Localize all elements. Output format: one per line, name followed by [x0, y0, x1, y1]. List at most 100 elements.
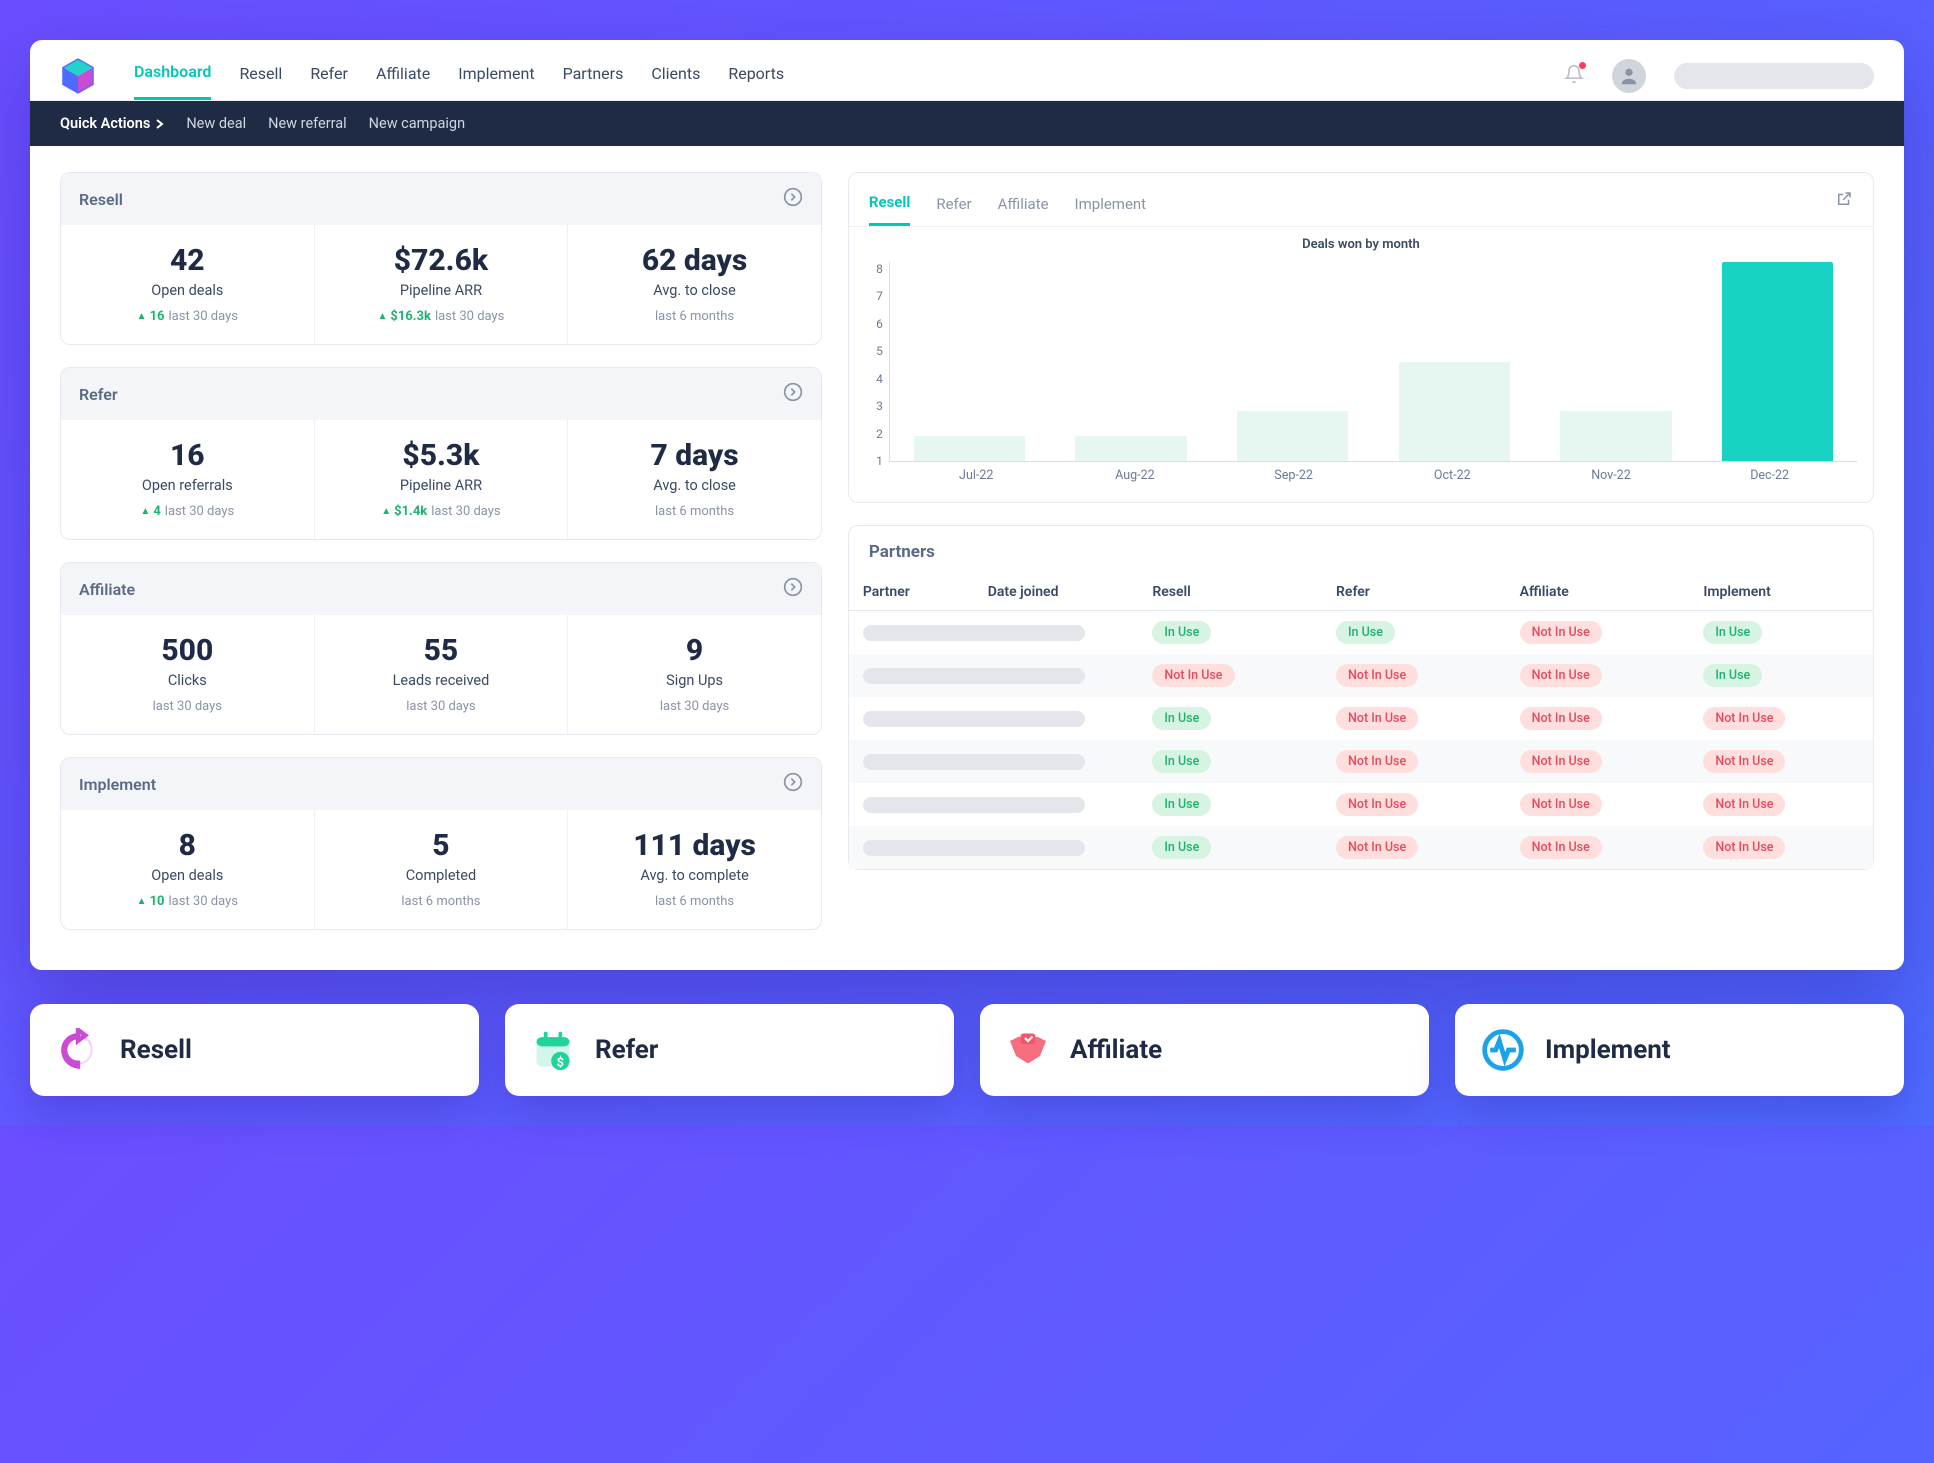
metric-value: 8	[69, 828, 306, 863]
partners-table: PartnerDate joinedResellReferAffiliateIm…	[849, 574, 1873, 869]
bottom-card-resell[interactable]: Resell	[30, 1004, 479, 1096]
chart-plot	[889, 262, 1857, 462]
metric-value: 500	[69, 633, 306, 668]
app-window: DashboardResellReferAffiliateImplementPa…	[30, 40, 1904, 970]
chart-title: Deals won by month	[849, 237, 1873, 252]
chart-tab-implement[interactable]: Implement	[1075, 187, 1147, 225]
metric-trend: last 6 months	[576, 894, 813, 909]
metric-label: Open deals	[69, 867, 306, 884]
metric-label: Sign Ups	[576, 672, 813, 689]
arrow-right-circle-icon[interactable]	[783, 772, 803, 796]
metric-trend: 10 last 30 days	[69, 894, 306, 909]
bottom-card-refer[interactable]: $ Refer	[505, 1004, 954, 1096]
nav-affiliate[interactable]: Affiliate	[376, 54, 430, 99]
bottom-card-label: Refer	[595, 1035, 658, 1065]
chart-area: 87654321 Jul-22Aug-22Sep-22Oct-22Nov-22D…	[849, 252, 1873, 502]
metric-trend: last 6 months	[576, 504, 813, 519]
panel-title: Affiliate	[79, 580, 135, 599]
bottom-card-label: Resell	[120, 1035, 192, 1065]
status-badge: Not In Use	[1152, 664, 1234, 687]
nav-dashboard[interactable]: Dashboard	[134, 52, 211, 100]
notification-dot	[1579, 62, 1586, 69]
partner-name-placeholder	[863, 625, 1085, 641]
bottom-card-implement[interactable]: Implement	[1455, 1004, 1904, 1096]
table-row[interactable]: In UseIn UseNot In UseIn Use	[849, 611, 1873, 655]
partners-col-resell: Resell	[1138, 574, 1322, 611]
popout-icon[interactable]	[1835, 190, 1853, 222]
status-badge: Not In Use	[1703, 750, 1785, 773]
metric-trend: 16 last 30 days	[69, 309, 306, 324]
quick-action-new-campaign[interactable]: New campaign	[369, 115, 465, 132]
partner-name-placeholder	[863, 668, 1085, 684]
metric: 500Clicks last 30 days	[61, 615, 315, 734]
nav-refer[interactable]: Refer	[310, 54, 348, 99]
partners-col-affiliate: Affiliate	[1506, 574, 1690, 611]
chart-tab-resell[interactable]: Resell	[869, 185, 910, 226]
arrow-right-circle-icon[interactable]	[783, 382, 803, 406]
chart-panel: Resell Refer Affiliate Implement Deals won …	[848, 172, 1874, 503]
chart-x-label: Oct-22	[1373, 468, 1532, 483]
search-placeholder-pill[interactable]	[1674, 63, 1874, 89]
partners-col-refer: Refer	[1322, 574, 1506, 611]
nav-resell[interactable]: Resell	[239, 54, 282, 99]
chart-bar	[898, 262, 1041, 461]
chart-x-label: Aug-22	[1056, 468, 1215, 483]
status-badge: Not In Use	[1520, 836, 1602, 859]
table-row[interactable]: In UseNot In UseNot In UseNot In Use	[849, 697, 1873, 740]
partners-header: Partners	[849, 526, 1873, 574]
status-badge: In Use	[1152, 707, 1211, 730]
status-badge: In Use	[1703, 664, 1762, 687]
chart-x-axis: Jul-22Aug-22Sep-22Oct-22Nov-22Dec-22	[889, 462, 1857, 483]
metric-label: Leads received	[323, 672, 560, 689]
arrow-right-circle-icon[interactable]	[783, 187, 803, 211]
chart-tab-affiliate[interactable]: Affiliate	[998, 187, 1049, 225]
handshake-icon	[1004, 1026, 1052, 1074]
nav-implement[interactable]: Implement	[458, 54, 534, 99]
chart-bar	[1060, 262, 1203, 461]
metric: 7 daysAvg. to close last 6 months	[568, 420, 821, 539]
nav-reports[interactable]: Reports	[728, 54, 784, 99]
nav-partners[interactable]: Partners	[563, 54, 624, 99]
status-badge: Not In Use	[1520, 664, 1602, 687]
svg-text:$: $	[557, 1056, 564, 1071]
chart-tab-refer[interactable]: Refer	[936, 187, 971, 225]
panel-header-resell: Resell	[61, 173, 821, 225]
table-row[interactable]: In UseNot In UseNot In UseNot In Use	[849, 783, 1873, 826]
metric-trend: last 30 days	[323, 699, 560, 714]
arrow-right-circle-icon[interactable]	[783, 577, 803, 601]
table-row[interactable]: Not In Use Not In Use Not In Use In Use	[849, 654, 1873, 697]
metric-value: 42	[69, 243, 306, 278]
metric-label: Pipeline ARR	[323, 282, 560, 299]
user-avatar[interactable]	[1612, 59, 1646, 93]
metric-label: Avg. to close	[576, 477, 813, 494]
table-row[interactable]: In UseNot In UseNot In UseNot In Use	[849, 740, 1873, 783]
status-badge: In Use	[1703, 621, 1762, 644]
metric-value: 16	[69, 438, 306, 473]
status-badge: In Use	[1336, 621, 1395, 644]
quick-action-new-deal[interactable]: New deal	[186, 115, 246, 132]
status-badge: Not In Use	[1336, 793, 1418, 816]
table-row[interactable]: In UseNot In UseNot In UseNot In Use	[849, 826, 1873, 869]
quick-actions-bar: Quick Actions New dealNew referralNew ca…	[30, 101, 1904, 146]
status-badge: Not In Use	[1336, 664, 1418, 687]
quick-action-new-referral[interactable]: New referral	[268, 115, 347, 132]
bottom-card-affiliate[interactable]: Affiliate	[980, 1004, 1429, 1096]
metric: $72.6kPipeline ARR$16.3k last 30 days	[315, 225, 569, 344]
partners-panel: Partners PartnerDate joinedResellReferAf…	[848, 525, 1874, 870]
metric-label: Open referrals	[69, 477, 306, 494]
notifications-bell-icon[interactable]	[1564, 64, 1584, 88]
chart-bar	[1383, 262, 1526, 461]
panel-implement: Implement8Open deals10 last 30 days5Comp…	[60, 757, 822, 930]
panel-resell: Resell42Open deals16 last 30 days$72.6kP…	[60, 172, 822, 345]
metric-value: 9	[576, 633, 813, 668]
metric: 16Open referrals4 last 30 days	[61, 420, 315, 539]
metric-trend: last 30 days	[69, 699, 306, 714]
status-badge: In Use	[1152, 621, 1211, 644]
partners-col-date-joined: Date joined	[974, 574, 1139, 611]
panel-header-implement: Implement	[61, 758, 821, 810]
nav-clients[interactable]: Clients	[651, 54, 700, 99]
status-badge: In Use	[1152, 793, 1211, 816]
pulse-icon	[1479, 1026, 1527, 1074]
metric-label: Avg. to close	[576, 282, 813, 299]
metric-trend: last 6 months	[323, 894, 560, 909]
